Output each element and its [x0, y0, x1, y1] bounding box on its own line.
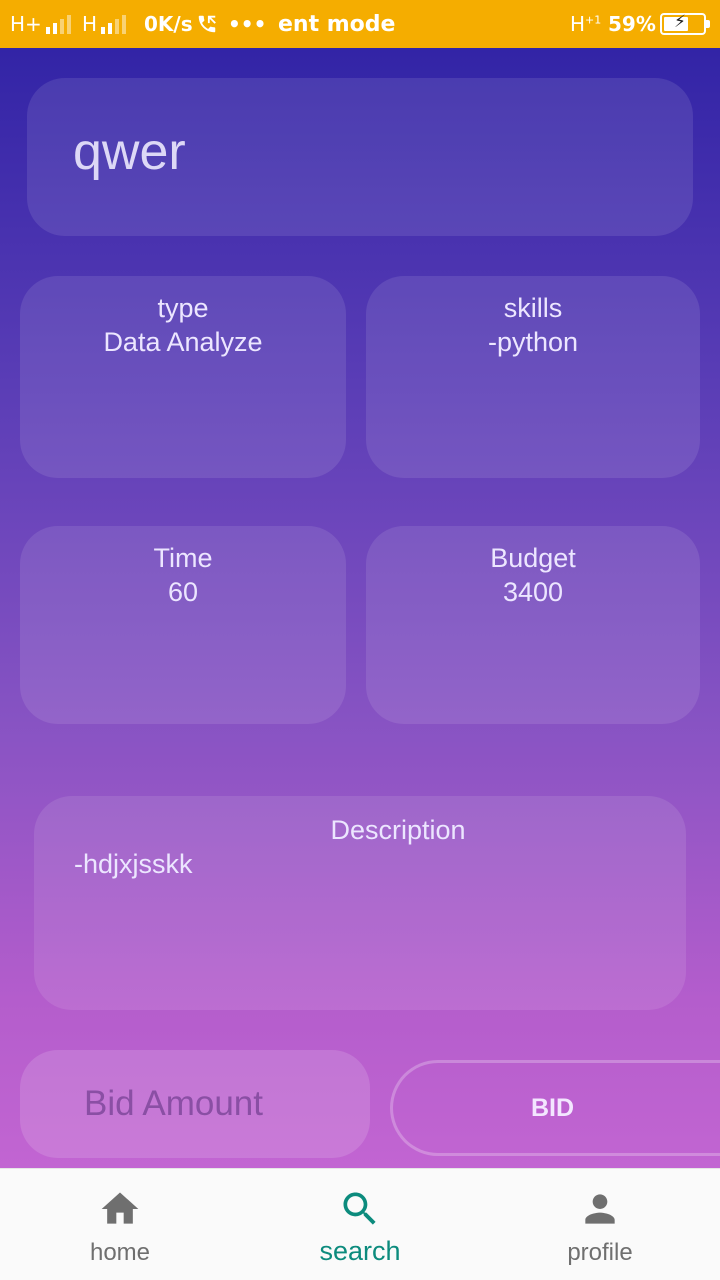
job-title: qwer — [73, 123, 186, 181]
bid-amount-input[interactable]: Bid Amount — [20, 1050, 370, 1158]
network-type-3: H — [570, 12, 586, 36]
budget-value: 3400 — [502, 577, 564, 607]
signal-bars-icon — [101, 14, 127, 34]
type-label: type — [157, 293, 209, 323]
time-label: Time — [153, 543, 213, 573]
network-type-3-sub: +1 — [585, 13, 602, 27]
network-type-1: H+ — [10, 12, 42, 36]
job-detail-screen: qwer type Data Analyze skills -python Ti… — [0, 48, 720, 1168]
search-icon — [343, 1192, 376, 1225]
skills-label: skills — [503, 293, 563, 323]
nav-profile-label: profile — [567, 1239, 633, 1266]
home-icon — [101, 1192, 139, 1224]
time-value: 60 — [167, 577, 199, 607]
overflow-dots-icon: ••• — [228, 12, 267, 36]
status-bar: H+ H 0K/s ••• ent mode H+1 59% ⚡ — [0, 0, 720, 48]
type-value: Data Analyze — [103, 327, 263, 357]
bid-amount-placeholder: Bid Amount — [84, 1084, 263, 1123]
time-card: Time 60 — [20, 526, 346, 724]
notification-ticker: ent mode — [278, 11, 396, 37]
signal-indicator-2: H — [82, 0, 127, 48]
network-type-2: H — [82, 12, 98, 36]
battery-icon: ⚡ — [660, 12, 710, 35]
description-label: Description — [330, 815, 466, 845]
skills-card: skills -python — [366, 276, 700, 478]
description-card: Description -hdjxjsskk — [34, 796, 686, 1010]
nav-home-label: home — [89, 1239, 151, 1266]
budget-label: Budget — [490, 543, 576, 573]
network-speed: 0K/s — [144, 12, 193, 36]
job-title-card: qwer — [27, 78, 693, 236]
phone-call-icon — [196, 0, 218, 48]
nav-search[interactable]: search — [240, 1169, 480, 1280]
bid-button[interactable]: BID — [390, 1060, 720, 1156]
signal-indicator-3: H+1 — [570, 0, 601, 48]
nav-home[interactable]: home — [0, 1169, 240, 1280]
nav-profile[interactable]: profile — [480, 1169, 720, 1280]
signal-indicator-1: H+ — [10, 0, 71, 48]
description-value: -hdjxjsskk — [74, 849, 193, 879]
signal-bars-icon — [45, 14, 71, 34]
nav-search-label: search — [319, 1236, 401, 1266]
budget-card: Budget 3400 — [366, 526, 700, 724]
type-card: type Data Analyze — [20, 276, 346, 478]
battery-percentage: 59% — [608, 12, 656, 36]
bottom-navigation: home search profile — [0, 1168, 720, 1280]
skills-value: -python — [487, 327, 579, 357]
person-icon — [585, 1194, 615, 1224]
